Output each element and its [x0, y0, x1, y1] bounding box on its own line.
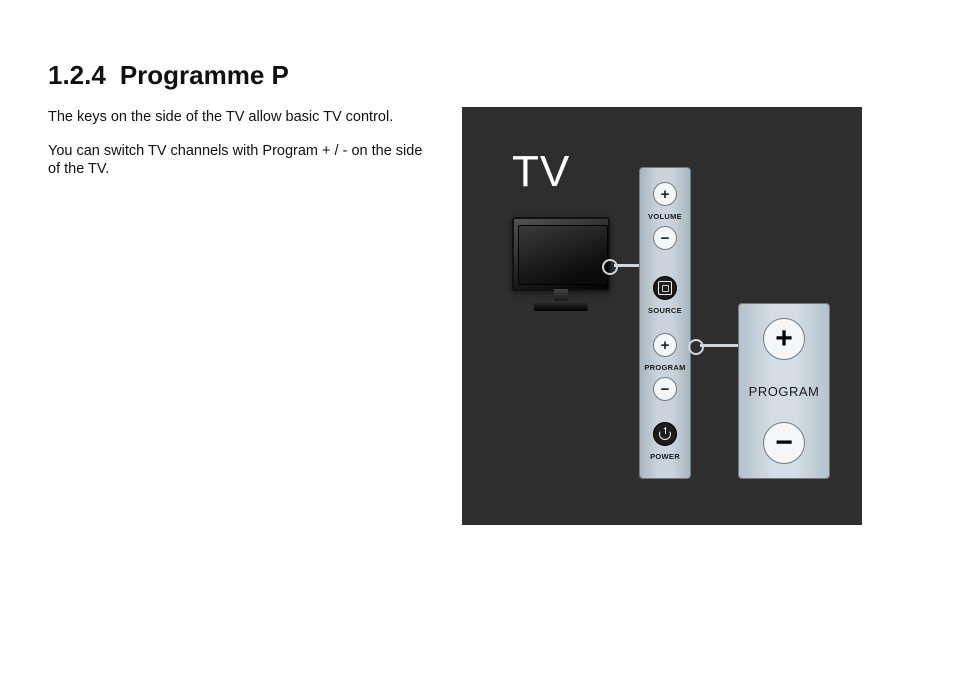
volume-plus-button[interactable]: +	[653, 182, 677, 206]
program-zoom-minus-button[interactable]: −	[763, 422, 805, 464]
tv-set-icon	[508, 217, 616, 327]
program-zoom-label: PROGRAM	[739, 384, 829, 399]
body-paragraph-2: You can switch TV channels with Program …	[48, 142, 438, 178]
source-label: SOURCE	[640, 306, 690, 315]
callout-dot-icon	[602, 259, 618, 275]
tv-base-icon	[534, 301, 588, 311]
body-paragraph-1: The keys on the side of the TV allow bas…	[48, 108, 438, 126]
program-zoom-plus-button[interactable]: +	[763, 318, 805, 360]
source-button[interactable]	[653, 276, 677, 300]
program-plus-button[interactable]: +	[653, 333, 677, 357]
side-control-strip: + VOLUME − SOURCE + PROGRAM − POWER	[639, 167, 691, 479]
power-button[interactable]	[653, 422, 677, 446]
source-icon	[658, 281, 672, 295]
tv-label: TV	[512, 147, 570, 197]
program-minus-button[interactable]: −	[653, 377, 677, 401]
volume-minus-button[interactable]: −	[653, 226, 677, 250]
manual-page: 1.2.4 Programme P The keys on the side of…	[0, 0, 954, 675]
program-zoom-panel: + PROGRAM −	[738, 303, 830, 479]
callout-line-icon	[700, 344, 738, 347]
section-heading: 1.2.4 Programme P	[48, 60, 289, 91]
callout-dot-icon	[688, 339, 704, 355]
volume-label: VOLUME	[640, 212, 690, 221]
section-number: 1.2.4	[48, 60, 106, 90]
callout-line-icon	[614, 264, 640, 267]
tv-screen-icon	[518, 225, 608, 285]
power-icon	[658, 427, 672, 441]
program-label: PROGRAM	[640, 363, 690, 372]
section-title: Programme P	[120, 60, 289, 90]
power-label: POWER	[640, 452, 690, 461]
tv-illustration-panel: TV + VOLUME − SOURCE + PROGRAM − POWER	[462, 107, 862, 525]
